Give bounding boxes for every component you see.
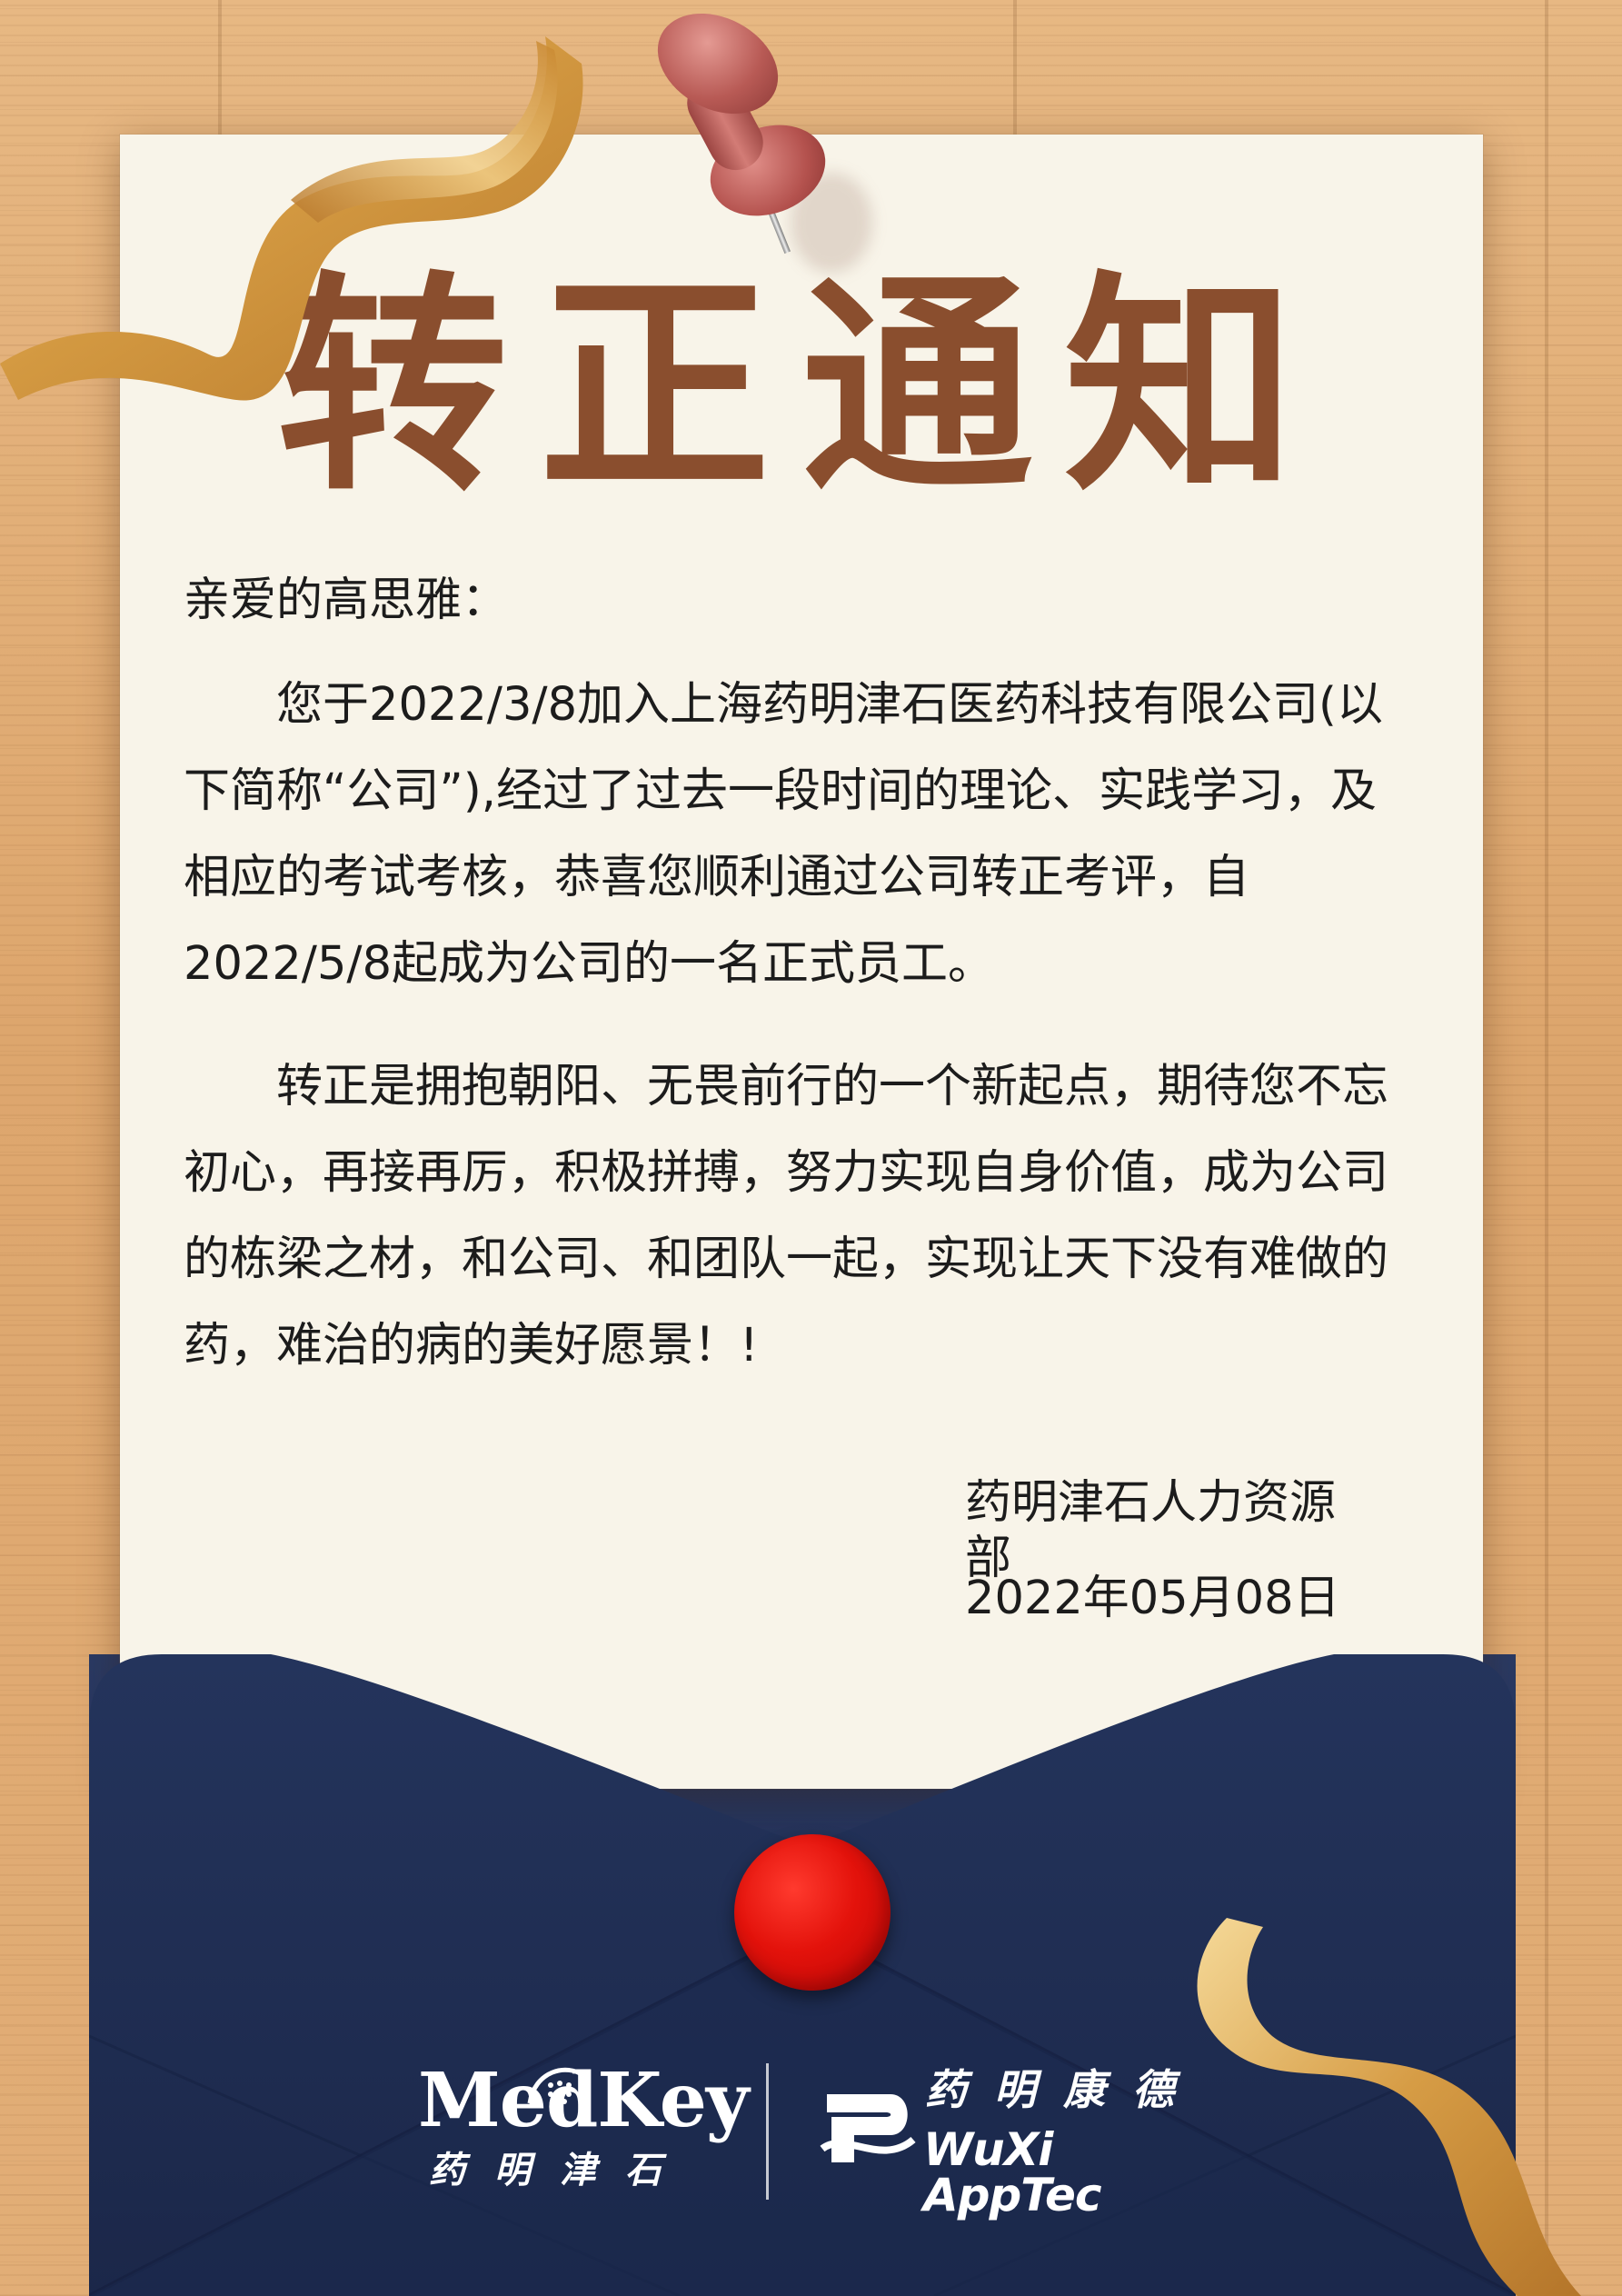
footer-logos: MedKey 药明津石 药明康德 WuXi AppTec: [418, 2063, 1236, 2227]
gold-ribbon-icon: [0, 36, 583, 401]
medkey-logo-cn: 药明津石: [429, 2149, 691, 2191]
paragraph-text: 您于2022/3/8加入上海药明津石医药科技有限公司(以下简称“公司”),经过了…: [184, 678, 1383, 991]
greeting: 亲爱的高思雅：: [184, 574, 509, 627]
wuxi-apptec-logo-icon: [820, 2094, 916, 2162]
paragraph-text: 转正是拥抱朝阳、无畏前行的一个新起点，期待您不忘初心，再接再厉，积极拼搏，努力实…: [184, 1060, 1389, 1373]
wuxi-apptec-logo-text: WuXi AppTec: [923, 2123, 1102, 2221]
signature-date: 2022年05月08日: [965, 1572, 1340, 1625]
medkey-logo-text: MedKey: [418, 2057, 750, 2144]
wax-seal-icon: [734, 1834, 891, 1991]
body-paragraph-2: 转正是拥抱朝阳、无畏前行的一个新起点，期待您不忘初心，再接再厉，积极拼搏，努力实…: [184, 1043, 1419, 1389]
body-paragraph-1: 您于2022/3/8加入上海药明津石医药科技有限公司(以下简称“公司”),经过了…: [184, 662, 1419, 1007]
wuxi-apptec-logo-cn: 药明康德: [925, 2065, 1201, 2114]
logo-divider: [766, 2063, 769, 2200]
push-pin-icon: [640, 0, 872, 273]
gold-ribbon-icon: [1197, 1918, 1581, 2296]
